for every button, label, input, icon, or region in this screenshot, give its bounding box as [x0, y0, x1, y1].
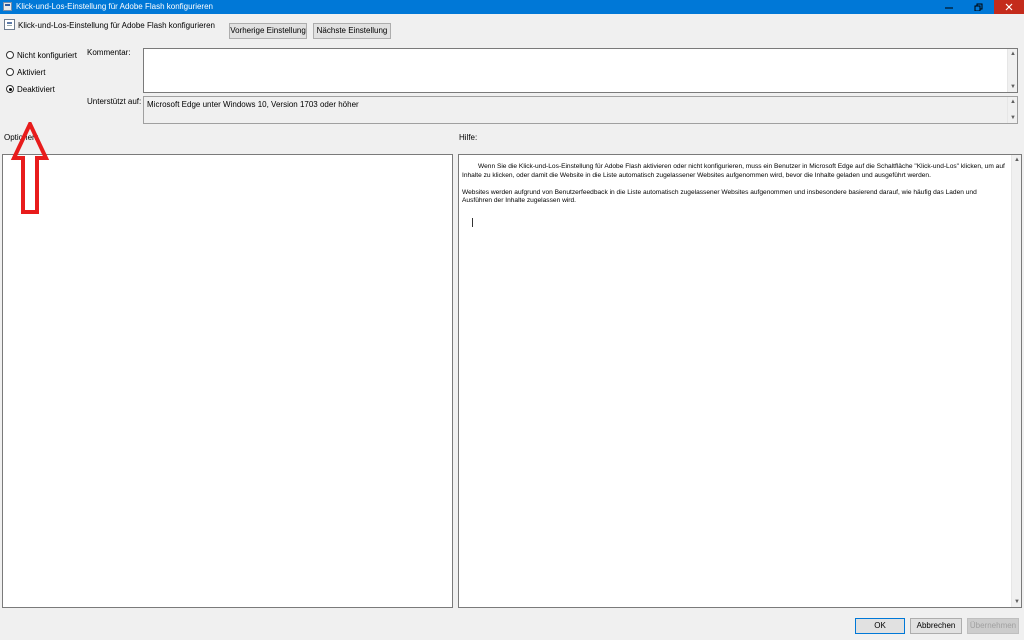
radio-disabled[interactable]: Deaktiviert: [6, 83, 55, 95]
supported-on-field: Microsoft Edge unter Windows 10, Version…: [143, 96, 1018, 124]
close-button[interactable]: [994, 0, 1024, 14]
minimize-icon: [945, 7, 953, 9]
radio-button-selected[interactable]: [6, 85, 14, 93]
scroll-down-icon[interactable]: ▼: [1008, 113, 1018, 123]
comment-textarea[interactable]: ▲ ▼: [143, 48, 1018, 93]
supported-on-label: Unterstützt auf:: [87, 97, 142, 106]
scroll-down-icon[interactable]: ▼: [1008, 82, 1018, 92]
help-label: Hilfe:: [459, 133, 478, 142]
radio-label: Deaktiviert: [17, 84, 55, 94]
minimize-button[interactable]: [934, 0, 964, 14]
comment-scrollbar[interactable]: ▲ ▼: [1007, 49, 1017, 92]
next-setting-button[interactable]: Nächste Einstellung: [313, 23, 391, 39]
setting-icon: [4, 19, 15, 30]
previous-setting-button[interactable]: Vorherige Einstellung: [229, 23, 307, 39]
scroll-up-icon[interactable]: ▲: [1008, 49, 1018, 59]
setting-title: Klick-und-Los-Einstellung für Adobe Flas…: [18, 21, 215, 30]
close-icon: [1005, 3, 1013, 11]
comment-label: Kommentar:: [87, 48, 131, 57]
policy-app-icon: [3, 2, 12, 11]
apply-button[interactable]: Übernehmen: [967, 618, 1019, 634]
supported-scrollbar[interactable]: ▲ ▼: [1007, 97, 1017, 123]
radio-label: Nicht konfiguriert: [17, 50, 78, 60]
restore-button[interactable]: [964, 0, 994, 14]
help-scrollbar[interactable]: ▲ ▼: [1011, 155, 1021, 607]
ok-button[interactable]: OK: [855, 618, 905, 634]
help-panel: Wenn Sie die Klick-und-Los-Einstellung f…: [458, 154, 1022, 608]
scroll-up-icon[interactable]: ▲: [1008, 97, 1018, 107]
cancel-button[interactable]: Abbrechen: [910, 618, 962, 634]
options-panel: [2, 154, 453, 608]
help-text: Wenn Sie die Klick-und-Los-Einstellung f…: [462, 163, 1007, 215]
radio-label: Aktiviert: [17, 67, 46, 77]
window-title: Klick-und-Los-Einstellung für Adobe Flas…: [16, 2, 213, 11]
scroll-up-icon[interactable]: ▲: [1012, 155, 1022, 165]
red-arrow-annotation-icon: [10, 122, 50, 214]
scroll-down-icon[interactable]: ▼: [1012, 597, 1022, 607]
radio-not-configured[interactable]: Nicht konfiguriert: [6, 49, 77, 61]
supported-on-value: Microsoft Edge unter Windows 10, Version…: [147, 100, 359, 109]
help-paragraph-2: Websites werden aufgrund von Benutzerfee…: [462, 188, 977, 205]
radio-button[interactable]: [6, 68, 14, 76]
title-bar[interactable]: Klick-und-Los-Einstellung für Adobe Flas…: [0, 0, 1024, 14]
text-caret: [472, 218, 473, 227]
help-paragraph-1: Wenn Sie die Klick-und-Los-Einstellung f…: [462, 163, 1005, 179]
radio-enabled[interactable]: Aktiviert: [6, 66, 45, 78]
restore-icon: [974, 3, 983, 12]
radio-button[interactable]: [6, 51, 14, 59]
